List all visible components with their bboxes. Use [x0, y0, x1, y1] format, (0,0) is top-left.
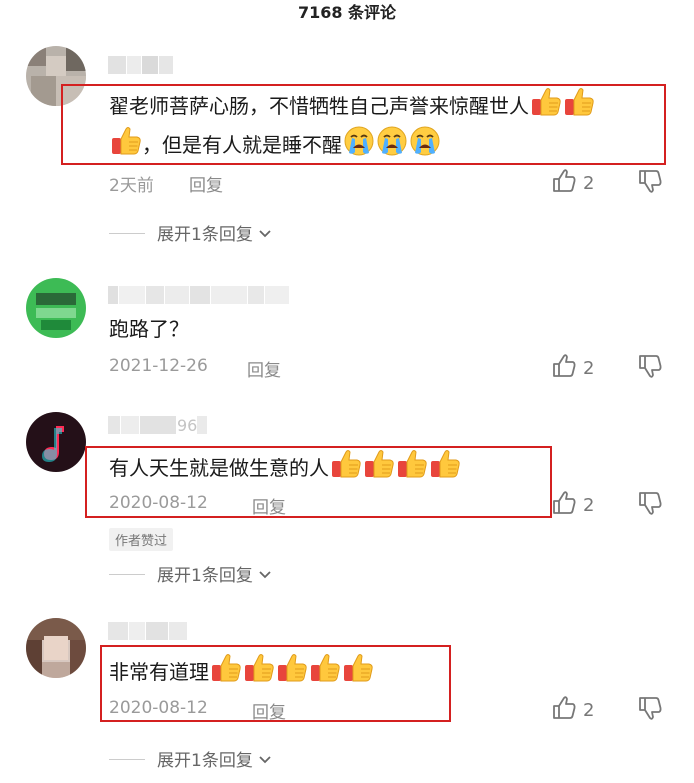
avatar[interactable]	[26, 618, 86, 678]
like-button[interactable]: 2	[551, 695, 594, 721]
expand-replies-label: 展开1条回复	[157, 225, 253, 245]
like-count: 2	[583, 700, 595, 721]
thumbs-down-outline-icon[interactable]	[637, 695, 663, 721]
reply-button[interactable]: 回复	[252, 698, 286, 723]
like-button[interactable]: 2	[551, 353, 594, 379]
like-count: 2	[583, 495, 595, 516]
expand-replies[interactable]: 展开1条回复	[109, 561, 273, 586]
username-blurred[interactable]	[108, 286, 290, 306]
reply-button[interactable]: 回复	[247, 356, 281, 381]
thumbs-up-outline-icon	[551, 168, 577, 194]
highlight-box	[61, 84, 666, 165]
thumbs-down-outline-icon[interactable]	[637, 168, 663, 194]
comment-count-title: 7168 条评论	[297, 3, 397, 22]
thumbs-down-outline-icon[interactable]	[637, 353, 663, 379]
chevron-down-icon	[257, 752, 273, 768]
like-count: 2	[583, 358, 595, 379]
author-liked-badge: 作者赞过	[109, 528, 174, 551]
thumbs-up-outline-icon	[551, 695, 577, 721]
like-button[interactable]: 2	[551, 168, 594, 194]
username-blurred[interactable]	[108, 622, 188, 642]
username-visible-fragment: 96	[177, 416, 198, 435]
reply-button[interactable]: 回复	[252, 493, 286, 518]
thumbs-up-outline-icon	[551, 353, 577, 379]
avatar[interactable]	[26, 412, 86, 472]
divider-line	[109, 233, 145, 234]
username-blurred[interactable]	[108, 56, 174, 76]
username-blurred[interactable]: 96	[108, 416, 208, 436]
divider-line	[109, 759, 145, 760]
expand-replies-label: 展开1条回复	[157, 566, 253, 586]
expand-replies[interactable]: 展开1条回复	[109, 220, 273, 245]
comment-time: 2020-08-12	[109, 698, 208, 718]
like-button[interactable]: 2	[551, 490, 594, 516]
comment-time: 2020-08-12	[109, 493, 208, 513]
comment-time: 2021-12-26	[109, 356, 208, 376]
expand-replies-label: 展开1条回复	[157, 751, 253, 771]
expand-replies[interactable]: 展开1条回复	[109, 746, 273, 771]
comment-time: 2天前	[109, 176, 154, 196]
chevron-down-icon	[257, 567, 273, 583]
thumbs-down-outline-icon[interactable]	[637, 490, 663, 516]
reply-button[interactable]: 回复	[189, 171, 223, 196]
comment-text: 跑路了？	[109, 317, 189, 341]
like-count: 2	[583, 173, 595, 194]
chevron-down-icon	[257, 226, 273, 242]
avatar[interactable]	[26, 278, 86, 338]
divider-line	[109, 574, 145, 575]
thumbs-up-outline-icon	[551, 490, 577, 516]
